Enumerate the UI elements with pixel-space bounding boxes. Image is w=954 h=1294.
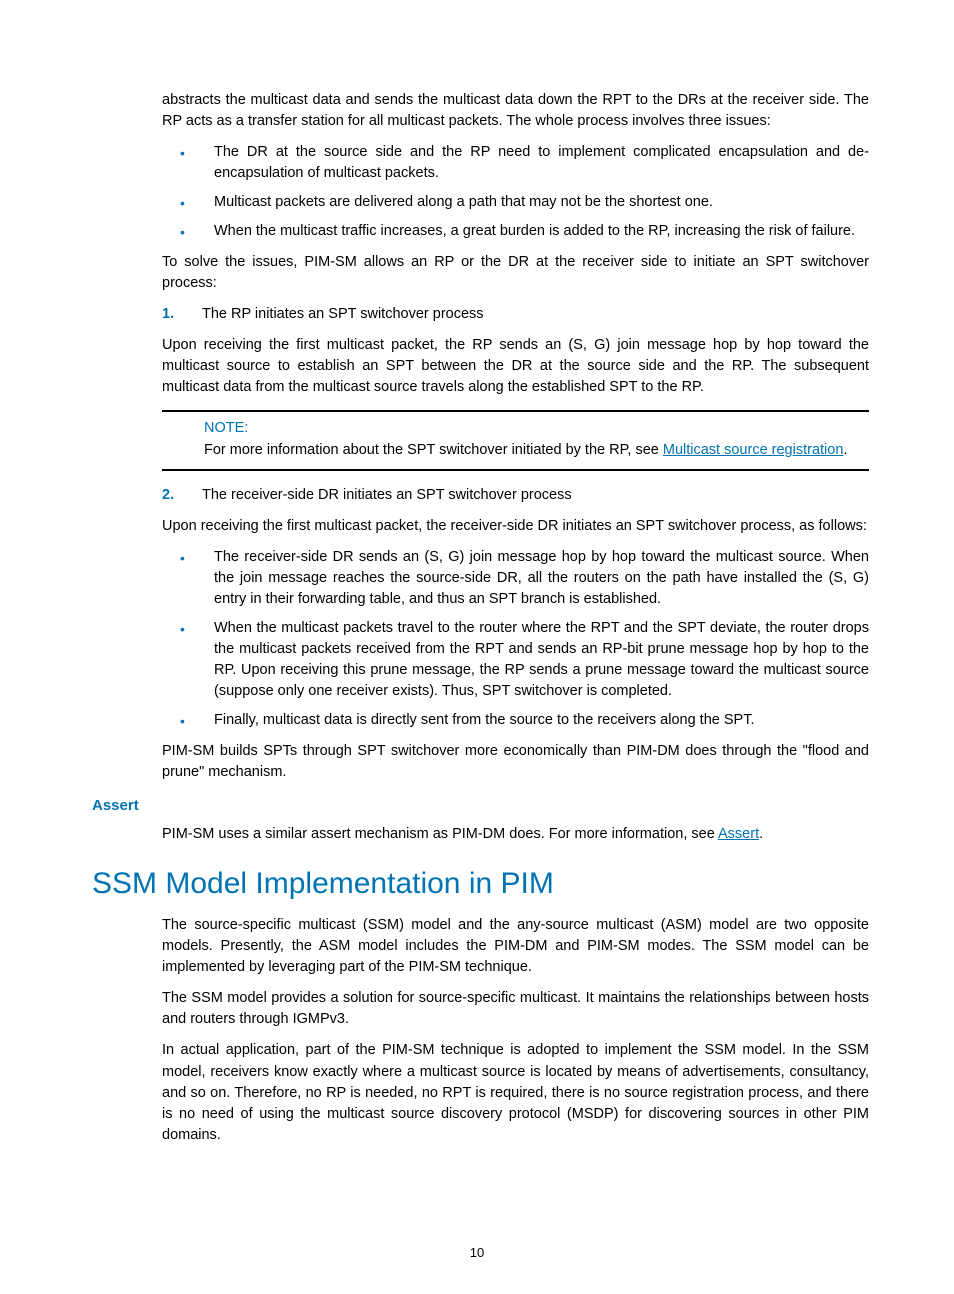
list-item: Finally, multicast data is directly sent… bbox=[162, 710, 869, 731]
ordered-list-2: 2. The receiver-side DR initiates an SPT… bbox=[162, 485, 869, 506]
step2-paragraph: Upon receiving the first multicast packe… bbox=[162, 516, 869, 537]
intro-paragraph: abstracts the multicast data and sends t… bbox=[162, 90, 869, 132]
assert-text-after: . bbox=[759, 826, 763, 842]
page-number: 10 bbox=[0, 1245, 954, 1260]
list-item: Multicast packets are delivered along a … bbox=[162, 192, 869, 213]
step1-paragraph: Upon receiving the first multicast packe… bbox=[162, 335, 869, 398]
intro-paragraph-2: To solve the issues, PIM-SM allows an RP… bbox=[162, 252, 869, 294]
ordered-list-item: 1. The RP initiates an SPT switchover pr… bbox=[162, 304, 869, 325]
note-text: For more information about the SPT switc… bbox=[204, 440, 869, 461]
list-item: When the multicast packets travel to the… bbox=[162, 618, 869, 702]
assert-heading: Assert bbox=[92, 797, 869, 814]
multicast-source-registration-link[interactable]: Multicast source registration bbox=[663, 442, 844, 458]
step2-bullet-list: The receiver-side DR sends an (S, G) joi… bbox=[162, 547, 869, 731]
list-item: The DR at the source side and the RP nee… bbox=[162, 142, 869, 184]
list-item-text: The receiver-side DR initiates an SPT sw… bbox=[202, 487, 572, 503]
note-text-after: . bbox=[843, 442, 847, 458]
ssm-paragraph-3: In actual application, part of the PIM-S… bbox=[162, 1040, 869, 1145]
intro-bullet-list: The DR at the source side and the RP nee… bbox=[162, 142, 869, 242]
document-page: abstracts the multicast data and sends t… bbox=[0, 0, 954, 1294]
note-box: NOTE: For more information about the SPT… bbox=[162, 410, 869, 471]
ordered-list-item: 2. The receiver-side DR initiates an SPT… bbox=[162, 485, 869, 506]
ordered-list: 1. The RP initiates an SPT switchover pr… bbox=[162, 304, 869, 325]
step2-paragraph-2: PIM-SM builds SPTs through SPT switchove… bbox=[162, 741, 869, 783]
assert-paragraph: PIM-SM uses a similar assert mechanism a… bbox=[162, 824, 869, 845]
list-item: The receiver-side DR sends an (S, G) joi… bbox=[162, 547, 869, 610]
list-number: 1. bbox=[162, 304, 174, 325]
note-label: NOTE: bbox=[204, 420, 869, 436]
note-text-before: For more information about the SPT switc… bbox=[204, 442, 663, 458]
ssm-heading: SSM Model Implementation in PIM bbox=[92, 867, 869, 901]
list-item: When the multicast traffic increases, a … bbox=[162, 221, 869, 242]
list-number: 2. bbox=[162, 485, 174, 506]
list-item-text: The RP initiates an SPT switchover proce… bbox=[202, 306, 484, 322]
ssm-paragraph-1: The source-specific multicast (SSM) mode… bbox=[162, 915, 869, 978]
ssm-paragraph-2: The SSM model provides a solution for so… bbox=[162, 988, 869, 1030]
assert-text-before: PIM-SM uses a similar assert mechanism a… bbox=[162, 826, 718, 842]
assert-link[interactable]: Assert bbox=[718, 826, 759, 842]
